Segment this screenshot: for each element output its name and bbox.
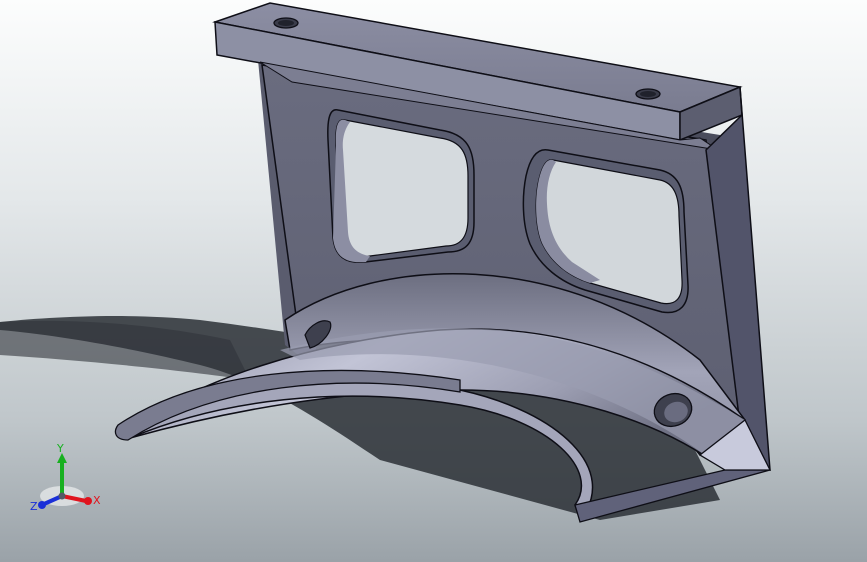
x-axis-label: X <box>93 494 101 507</box>
z-ball-icon <box>38 501 46 509</box>
z-axis-label: Z <box>30 500 38 513</box>
model-view[interactable] <box>0 0 867 562</box>
coordinate-triad[interactable]: Y X Z <box>28 440 108 520</box>
x-ball-icon <box>84 497 92 505</box>
window-left-opening <box>335 119 469 257</box>
y-axis-label: Y <box>56 442 64 455</box>
mounting-hole-right-inner <box>640 91 656 97</box>
triad-origin <box>58 492 66 500</box>
mounting-hole-left-inner <box>278 20 294 26</box>
graphics-viewport[interactable]: Y X Z <box>0 0 867 562</box>
